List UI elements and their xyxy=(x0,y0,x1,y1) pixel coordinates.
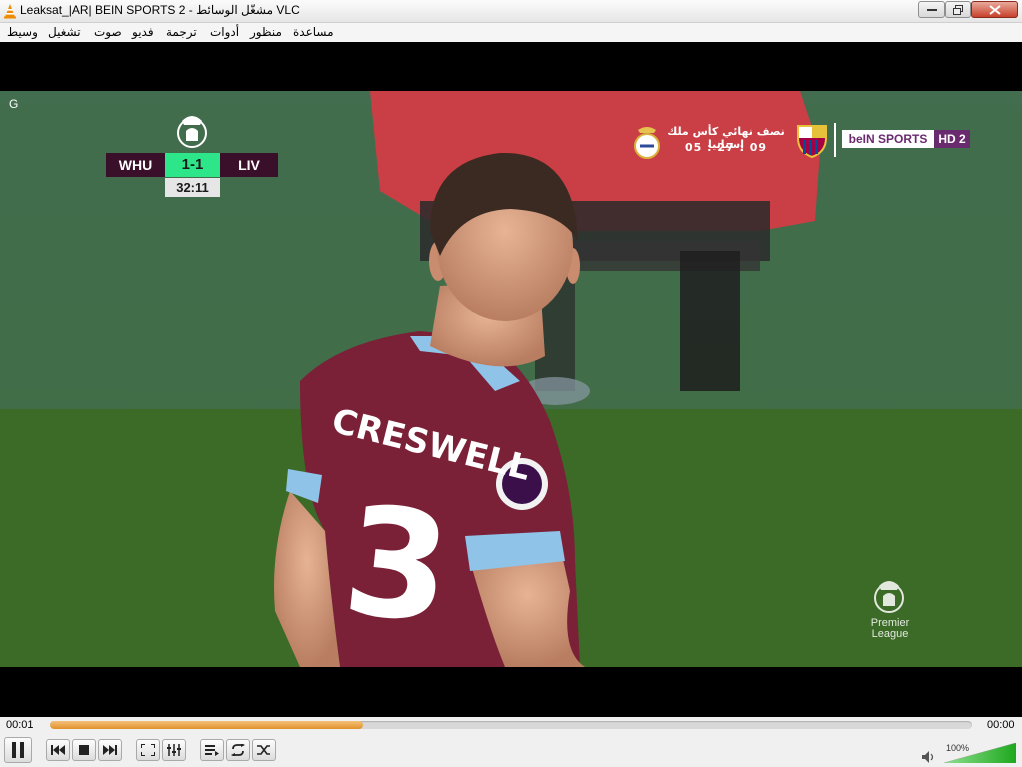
menu-audio[interactable]: صوت xyxy=(94,25,122,39)
pause-icon xyxy=(12,742,24,758)
playback-controls: 00:01 00:00 100% xyxy=(0,717,1022,767)
title-bar[interactable]: Leaksat_|AR| BEIN SPORTS 2 - مشغّل الوسا… xyxy=(0,0,1022,23)
barcelona-crest-icon xyxy=(797,125,827,158)
speaker-icon[interactable] xyxy=(922,751,936,763)
promo-time: 05 : 27 : 09 xyxy=(684,141,768,154)
close-icon xyxy=(988,4,1001,15)
previous-icon xyxy=(51,745,65,755)
channel-hd: HD 2 xyxy=(934,130,970,148)
loop-icon xyxy=(231,744,245,756)
time-total: 00:00 xyxy=(987,719,1015,731)
menu-subtitle[interactable]: ترجمة xyxy=(166,25,197,39)
window-title: Leaksat_|AR| BEIN SPORTS 2 - مشغّل الوسا… xyxy=(20,3,300,17)
time-elapsed: 00:01 xyxy=(6,719,34,731)
seek-progress xyxy=(50,721,364,729)
real-madrid-crest-icon xyxy=(634,127,660,159)
premier-league-icon xyxy=(177,116,207,148)
close-button[interactable] xyxy=(971,1,1018,18)
vlc-cone-icon xyxy=(4,4,16,19)
corner-mark: G xyxy=(9,97,19,111)
previous-button[interactable] xyxy=(46,739,70,761)
minimize-icon xyxy=(926,8,937,11)
channel-logo: beIN SPORTS HD 2 xyxy=(842,130,970,148)
home-team: WHU xyxy=(106,153,165,177)
video-area[interactable]: CRESWELL 3 G WHU 1-1 LIV 32:11 نصف نهائي… xyxy=(0,42,1022,717)
extended-settings-icon xyxy=(167,744,181,756)
extended-settings-button[interactable] xyxy=(162,739,186,761)
playlist-icon xyxy=(205,745,219,756)
restore-button[interactable] xyxy=(945,1,971,18)
menu-media[interactable]: وسيط xyxy=(7,25,38,39)
menu-help[interactable]: مساعدة xyxy=(293,25,334,39)
volume-slider[interactable] xyxy=(944,743,1016,763)
premier-league-watermark-icon xyxy=(874,581,904,613)
next-icon xyxy=(103,745,117,755)
menu-playback[interactable]: تشغيل xyxy=(48,25,81,39)
menu-video[interactable]: فديو xyxy=(132,25,154,39)
pause-button[interactable] xyxy=(4,737,32,763)
restore-icon xyxy=(953,4,963,15)
fullscreen-icon xyxy=(141,744,155,756)
menu-view[interactable]: منظور xyxy=(250,25,282,39)
stop-button[interactable] xyxy=(72,739,96,761)
video-frame[interactable]: CRESWELL 3 G WHU 1-1 LIV 32:11 نصف نهائي… xyxy=(0,91,1022,667)
channel-name: beIN SPORTS xyxy=(842,130,934,148)
channel-separator xyxy=(834,123,836,157)
menu-tools[interactable]: أدوات xyxy=(210,25,239,39)
scoreboard: WHU 1-1 LIV xyxy=(106,153,278,177)
seek-bar[interactable] xyxy=(50,721,972,729)
match-clock: 32:11 xyxy=(165,178,220,197)
loop-button[interactable] xyxy=(226,739,250,761)
minimize-button[interactable] xyxy=(918,1,945,18)
shuffle-button[interactable] xyxy=(252,739,276,761)
premier-league-watermark-text: Premier League xyxy=(870,617,910,640)
shuffle-icon xyxy=(257,745,270,755)
menu-bar: وسيط تشغيل صوت فديو ترجمة أدوات منظور مس… xyxy=(0,23,1022,42)
away-team: LIV xyxy=(220,153,278,177)
fullscreen-button[interactable] xyxy=(136,739,160,761)
stop-icon xyxy=(79,745,89,755)
score: 1-1 xyxy=(165,153,220,177)
next-button[interactable] xyxy=(98,739,122,761)
playlist-button[interactable] xyxy=(200,739,224,761)
jersey-number: 3 xyxy=(336,474,458,658)
